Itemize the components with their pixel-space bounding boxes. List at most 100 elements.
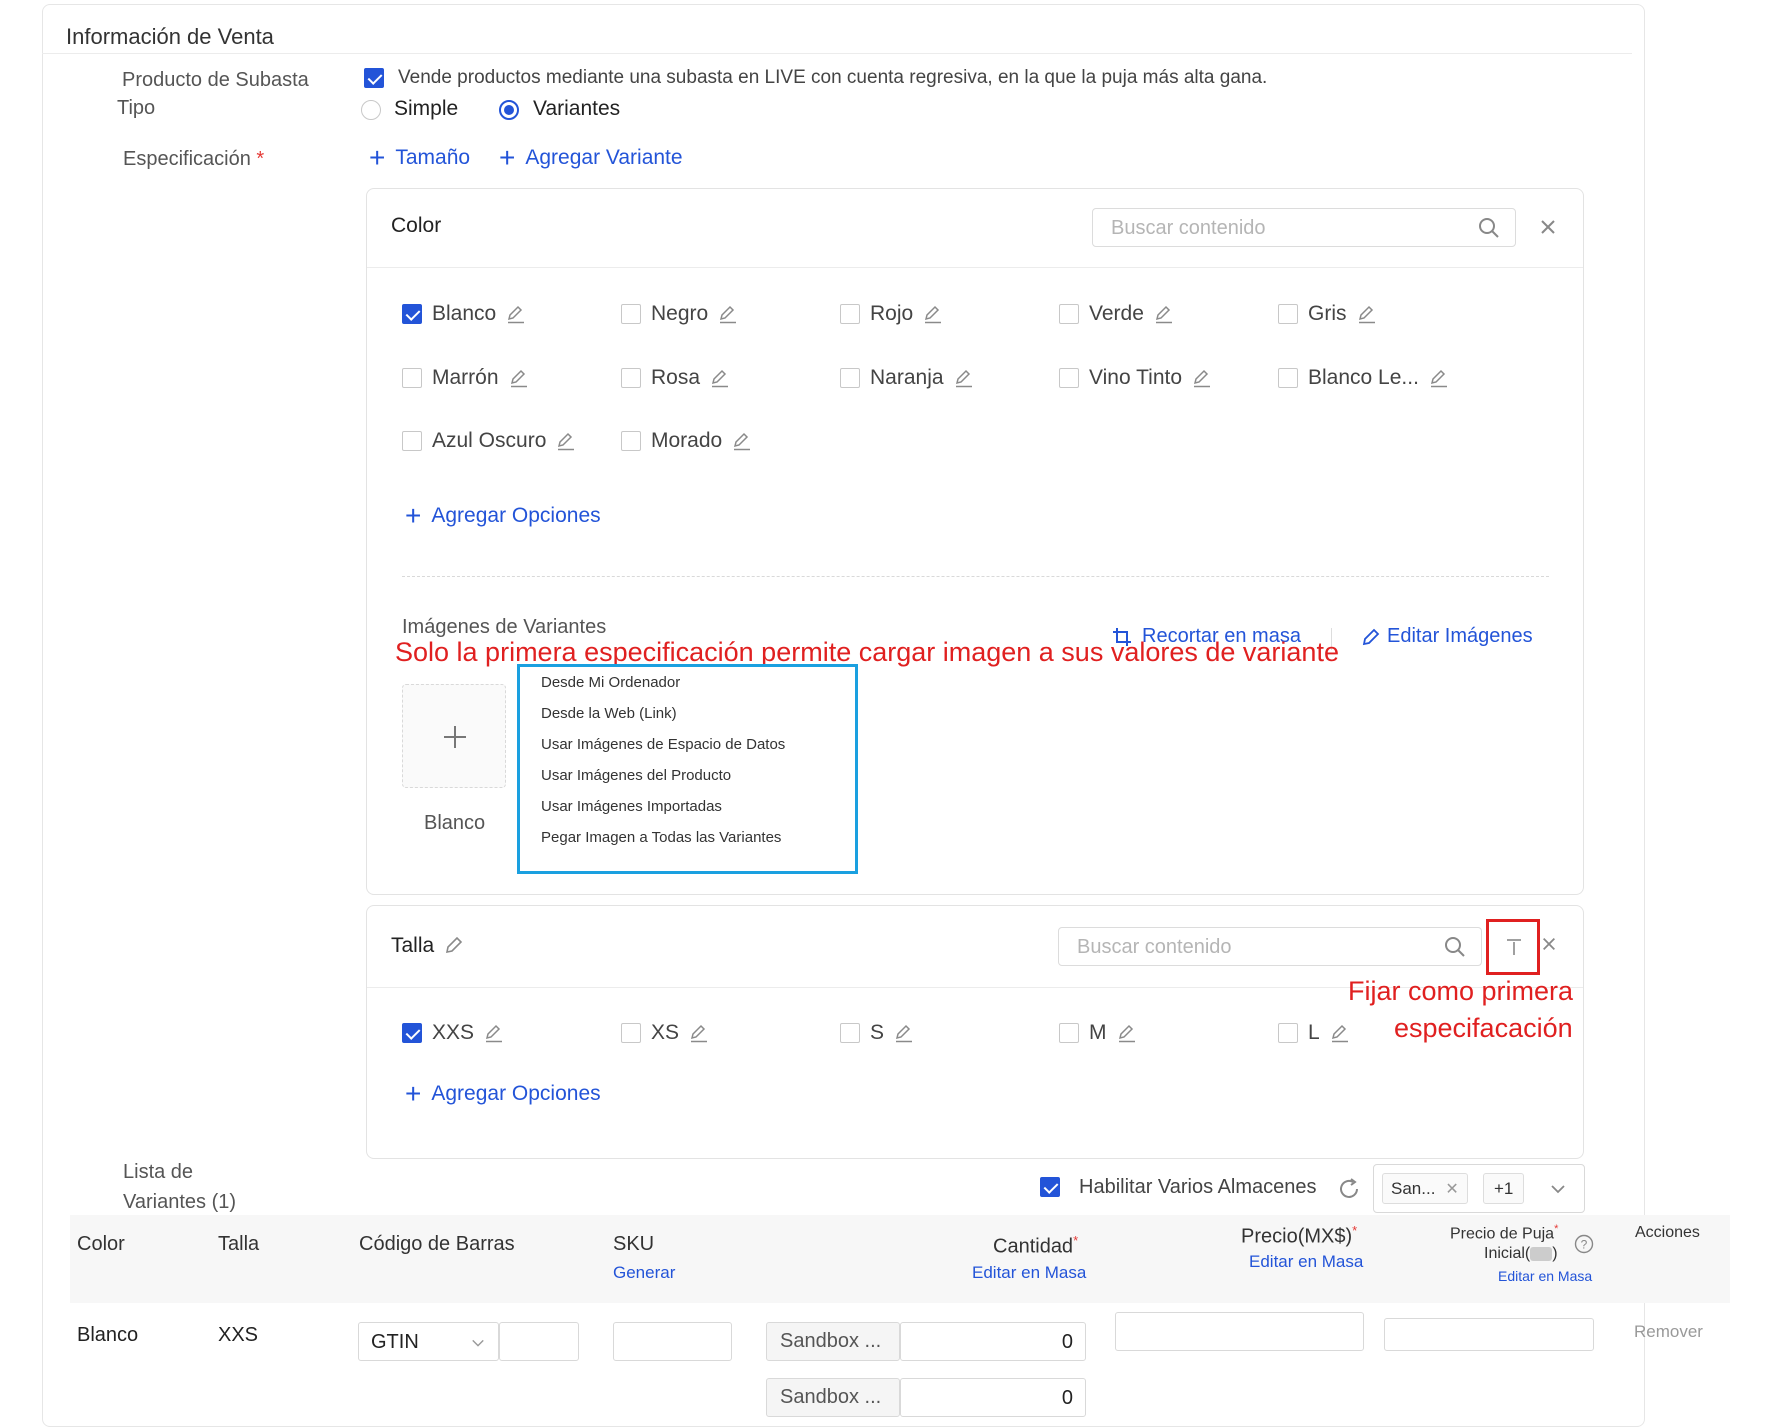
option-s: S	[840, 1021, 914, 1045]
talla-add-options-button[interactable]: + Agregar Opciones	[405, 1078, 601, 1109]
edit-icon[interactable]	[509, 368, 529, 388]
option-blanco-le: Blanco Le...	[1278, 366, 1449, 390]
option-checkbox[interactable]	[402, 368, 422, 388]
option-label: S	[870, 1021, 885, 1044]
option-checkbox[interactable]	[1278, 368, 1298, 388]
edit-icon[interactable]	[923, 304, 943, 324]
price-bulk-edit-link[interactable]: Editar en Masa	[1249, 1252, 1363, 1272]
option-checkbox[interactable]	[840, 368, 860, 388]
option-checkbox[interactable]	[1059, 368, 1079, 388]
edit-icon[interactable]	[444, 935, 464, 955]
option-checkbox[interactable]	[621, 431, 641, 451]
add-variant-button[interactable]: + Agregar Variante	[499, 144, 683, 172]
help-icon[interactable]: ?	[1574, 1234, 1594, 1254]
option-checkbox[interactable]	[1278, 1023, 1298, 1043]
remove-link[interactable]: Remover	[1634, 1322, 1703, 1342]
section-title: Información de Venta	[66, 24, 274, 49]
variant-images-label: Imágenes de Variantes	[402, 616, 607, 638]
image-upload-box[interactable]	[402, 684, 506, 788]
edit-icon[interactable]	[484, 1023, 504, 1043]
th-bid-line2: Inicial( )	[1484, 1245, 1558, 1263]
bid-bulk-edit-link[interactable]: Editar en Masa	[1498, 1268, 1592, 1284]
search-icon	[1479, 218, 1499, 238]
qty-bulk-edit-link[interactable]: Editar en Masa	[972, 1263, 1086, 1283]
option-checkbox[interactable]	[402, 1023, 422, 1043]
close-icon[interactable]	[1541, 936, 1557, 952]
edit-icon[interactable]	[732, 431, 752, 451]
multi-warehouse-checkbox[interactable]	[1040, 1177, 1060, 1197]
edit-icon[interactable]	[954, 368, 974, 388]
color-add-options-button[interactable]: + Agregar Opciones	[405, 502, 601, 530]
option-blanco: Blanco	[402, 302, 526, 326]
edit-icon[interactable]	[1192, 368, 1212, 388]
refresh-icon[interactable]	[1337, 1177, 1361, 1201]
barcode-input[interactable]	[499, 1322, 579, 1361]
search-icon	[1445, 937, 1465, 957]
upload-source-menu: Desde Mi Ordenador Desde la Web (Link) Usa…	[517, 664, 858, 874]
warehouse-select[interactable]: San... ✕ +1	[1373, 1164, 1585, 1213]
option-checkbox[interactable]	[840, 304, 860, 324]
option-checkbox[interactable]	[402, 431, 422, 451]
qty-input-1[interactable]: 0	[900, 1322, 1086, 1361]
option-checkbox[interactable]	[1059, 1023, 1079, 1043]
th-actions: Acciones	[1635, 1224, 1700, 1241]
option-checkbox[interactable]	[840, 1023, 860, 1043]
edit-icon[interactable]	[1429, 368, 1449, 388]
edit-icon[interactable]	[1357, 304, 1377, 324]
tag-close-icon[interactable]: ✕	[1445, 1179, 1458, 1199]
edit-icon[interactable]	[689, 1023, 709, 1043]
edit-icon[interactable]	[506, 304, 526, 324]
th-quantity: Cantidad*	[993, 1233, 1078, 1259]
option-rojo: Rojo	[840, 302, 943, 326]
option-label: Marrón	[432, 366, 499, 389]
menu-item-pegar-imagen-a-todas-las-variantes[interactable]: Pegar Imagen a Todas las Variantes	[520, 822, 855, 853]
menu-item-usar-imagenes-del-producto[interactable]: Usar Imágenes del Producto	[520, 760, 855, 791]
option-checkbox[interactable]	[621, 1023, 641, 1043]
radio-variantes[interactable]	[499, 100, 519, 120]
required-mark: *	[1554, 1223, 1559, 1235]
menu-item-desde-mi-ordenador[interactable]: Desde Mi Ordenador	[520, 667, 855, 698]
edit-icon[interactable]	[1330, 1023, 1350, 1043]
option-checkbox[interactable]	[1059, 304, 1079, 324]
barcode-type-select[interactable]: GTIN	[358, 1322, 499, 1361]
pin-first-button[interactable]	[1486, 919, 1540, 975]
warehouse-tag: San... ✕	[1382, 1173, 1468, 1204]
edit-icon[interactable]	[718, 304, 738, 324]
pin-top-icon	[1507, 939, 1521, 955]
sku-input[interactable]	[613, 1322, 732, 1361]
edit-icon[interactable]	[1154, 304, 1174, 324]
close-icon[interactable]	[1539, 218, 1557, 236]
radio-simple[interactable]	[361, 100, 381, 120]
qty-input-2[interactable]: 0	[900, 1378, 1086, 1417]
plus-icon	[444, 726, 466, 748]
edit-icon[interactable]	[710, 368, 730, 388]
price-input[interactable]	[1115, 1312, 1364, 1351]
menu-item-usar-imagenes-de-espacio-de-datos[interactable]: Usar Imágenes de Espacio de Datos	[520, 729, 855, 760]
option-checkbox[interactable]	[1278, 304, 1298, 324]
th-bid-currency-open: Inicial(	[1484, 1245, 1531, 1262]
edit-icon[interactable]	[1117, 1023, 1137, 1043]
edit-images-button[interactable]: Editar Imágenes	[1361, 625, 1533, 648]
talla-search-input[interactable]: Buscar contenido	[1058, 927, 1482, 966]
option-label: Morado	[651, 429, 723, 452]
option-xs: XS	[621, 1021, 709, 1045]
option-checkbox[interactable]	[402, 304, 422, 324]
bid-price-input[interactable]	[1384, 1318, 1594, 1351]
tipo-label: Tipo	[117, 97, 156, 119]
plus-icon: +	[405, 1078, 422, 1109]
radio-simple-label: Simple	[394, 97, 459, 120]
edit-icon[interactable]	[556, 431, 576, 451]
color-search-input[interactable]: Buscar contenido	[1092, 208, 1516, 247]
option-label: Verde	[1089, 302, 1144, 325]
edit-icon[interactable]	[894, 1023, 914, 1043]
sku-generate-link[interactable]: Generar	[613, 1263, 675, 1283]
menu-item-desde-la-web-link[interactable]: Desde la Web (Link)	[520, 698, 855, 729]
option-checkbox[interactable]	[621, 368, 641, 388]
menu-item-usar-imagenes-importadas[interactable]: Usar Imágenes Importadas	[520, 791, 855, 822]
option-checkbox[interactable]	[621, 304, 641, 324]
warehouse-more-tag: +1	[1483, 1173, 1525, 1204]
option-vino-tinto: Vino Tinto	[1059, 366, 1212, 390]
auction-checkbox[interactable]	[364, 68, 384, 88]
add-size-button[interactable]: + Tamaño	[369, 144, 470, 172]
radio-variantes-label: Variantes	[533, 97, 621, 120]
